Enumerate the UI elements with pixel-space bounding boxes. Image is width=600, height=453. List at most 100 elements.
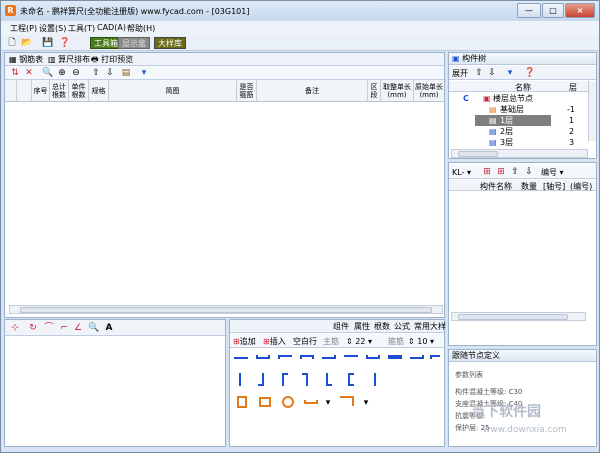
shape-step[interactable] <box>340 396 354 406</box>
list-up-icon[interactable]: ⇧ <box>509 166 521 178</box>
filter-select[interactable]: KL- ▾ <box>452 167 471 178</box>
scrollbar-thumb[interactable] <box>20 307 432 313</box>
shape-hook-right[interactable] <box>322 355 336 359</box>
tree-horizontal-scrollbar[interactable] <box>451 149 588 158</box>
move-down-tree-icon[interactable]: ⇩ <box>486 67 498 79</box>
list-down-icon[interactable]: ⇩ <box>523 166 535 178</box>
expand-button[interactable]: 展开 <box>452 68 468 79</box>
shape-stirrup-square[interactable] <box>237 396 247 408</box>
shape-flat[interactable] <box>344 355 358 359</box>
tree-row-foundation[interactable]: ▤ 基础层 -1 <box>449 104 588 115</box>
text-icon[interactable]: A <box>103 322 115 334</box>
options-dropdown-icon[interactable]: ▾ <box>138 67 150 79</box>
tree-options-icon[interactable]: ▾ <box>504 67 516 79</box>
list-insert-icon[interactable]: ⊞ <box>495 166 507 178</box>
scrollbar-thumb[interactable] <box>458 314 568 320</box>
shape-u-up[interactable] <box>300 355 314 359</box>
shape-straight[interactable] <box>234 357 248 359</box>
col-remark[interactable]: 备注 <box>257 80 368 102</box>
move-down-icon[interactable]: ⇩ <box>104 67 116 79</box>
tree-row-floor2[interactable]: ▤ 2层 2 <box>449 126 588 137</box>
angle-90-icon[interactable]: ⌐ <box>58 322 70 334</box>
more-shapes-dropdown-icon-2[interactable]: ▾ <box>360 397 372 409</box>
maximize-button[interactable]: □ <box>542 3 564 18</box>
shape-l-bottom[interactable] <box>326 373 332 386</box>
tree-vertical-scrollbar[interactable] <box>588 81 596 141</box>
shape-vertical[interactable] <box>239 373 241 386</box>
angle-45-icon[interactable]: ∠ <box>72 322 84 334</box>
zoom-sketch-icon[interactable]: 🔍 <box>88 322 100 334</box>
sort-icon[interactable]: ⇅ <box>9 67 21 79</box>
shape-u-down[interactable] <box>256 355 270 359</box>
rotate-icon[interactable]: ↻ <box>27 322 39 334</box>
calculator-icon[interactable]: ▤ <box>120 67 132 79</box>
col-total-count[interactable]: 总计根数 <box>50 80 69 102</box>
tab-rebar-table[interactable]: ▦ 钢筋表 <box>9 54 43 65</box>
minimize-button[interactable]: — <box>517 3 541 18</box>
shape-double[interactable] <box>388 355 402 359</box>
blank-row-button[interactable]: 空白行 <box>293 336 317 347</box>
tab-attribute[interactable]: 属性 <box>354 321 370 332</box>
shape-l-top[interactable] <box>282 373 288 386</box>
col-spec[interactable]: 规格 <box>89 80 109 102</box>
shape-u-short[interactable] <box>366 355 380 359</box>
col-rounded-length[interactable]: 取整单长(mm) <box>381 80 414 102</box>
angle-180-icon[interactable]: ⌒ <box>43 322 55 334</box>
display-box-button[interactable]: 显示盒 <box>118 37 150 49</box>
new-file-icon[interactable]: 🗋 <box>6 37 18 49</box>
insert-button[interactable]: ⊞插入 <box>263 336 286 347</box>
shape-hook-left[interactable] <box>278 355 292 359</box>
tab-print-preview[interactable]: 🖶 打印预览 <box>91 54 133 65</box>
tree-row-root[interactable]: C ▣ 楼层总节点 <box>449 93 588 104</box>
zoom-out-icon[interactable]: ⊖ <box>70 67 82 79</box>
main-rebar-size-select[interactable]: ⇕ 22 ▾ <box>346 336 372 347</box>
stirrup-size-select[interactable]: ⇕ 10 ▾ <box>408 336 434 347</box>
tree-row-floor1[interactable]: ▤ 1层 1 <box>449 115 588 126</box>
table-horizontal-scrollbar[interactable] <box>9 305 443 314</box>
list-add-icon[interactable]: ⊞ <box>481 166 493 178</box>
menu-tools[interactable]: 工具(T) <box>68 23 95 34</box>
col-is-stirrup[interactable]: 是否箍筋 <box>237 80 257 102</box>
col-seq[interactable]: 序号 <box>32 80 50 102</box>
move-up-tree-icon[interactable]: ⇧ <box>473 67 485 79</box>
shape-c-bracket[interactable] <box>348 373 354 386</box>
add-button[interactable]: ⊞追加 <box>233 336 256 347</box>
move-up-icon[interactable]: ⇧ <box>90 67 102 79</box>
tab-formula[interactable]: 公式 <box>394 321 410 332</box>
col-original-length[interactable]: 原始单长(mm) <box>414 80 444 102</box>
menu-settings[interactable]: 设置(S) <box>39 23 66 34</box>
menu-help[interactable]: 帮助(H) <box>127 23 155 34</box>
tree-row-floor3[interactable]: ▤ 3层 3 <box>449 137 588 148</box>
tab-component[interactable]: 组件 <box>333 321 349 332</box>
list-horizontal-scrollbar[interactable] <box>451 312 586 321</box>
shape-stirrup-circle[interactable] <box>282 396 294 408</box>
col-sketch[interactable]: 简图 <box>109 80 237 102</box>
shape-stirrup-rect[interactable] <box>259 397 271 407</box>
rebar-library-button[interactable]: 大样库 <box>154 37 186 49</box>
tree-help-icon[interactable]: ❓ <box>524 67 536 79</box>
shape-slant[interactable] <box>372 373 376 386</box>
save-icon[interactable]: 💾 <box>42 37 54 49</box>
snap-icon[interactable]: ⊹ <box>9 322 21 334</box>
more-shapes-dropdown-icon[interactable]: ▾ <box>322 397 334 409</box>
tab-count[interactable]: 根数 <box>374 321 390 332</box>
numbering-select[interactable]: 编号 ▾ <box>541 167 564 178</box>
tab-common-detail[interactable]: 常用大样 <box>414 321 446 332</box>
scrollbar-thumb[interactable] <box>458 151 498 157</box>
help-icon[interactable]: ❓ <box>59 37 71 49</box>
shape-l-top-right[interactable] <box>302 373 308 386</box>
col-unit-count[interactable]: 单件根数 <box>69 80 89 102</box>
open-folder-icon[interactable]: 📂 <box>21 37 33 49</box>
close-button[interactable]: × <box>565 3 595 18</box>
shape-bend[interactable] <box>410 355 424 359</box>
shape-stirrup-u[interactable] <box>304 400 318 404</box>
zoom-in-icon[interactable]: ⊕ <box>56 67 68 79</box>
col-segment[interactable]: 区段 <box>368 80 381 102</box>
menu-project[interactable]: 工程(P) <box>10 23 37 34</box>
shape-l-right[interactable] <box>258 373 264 386</box>
delete-icon[interactable]: ✕ <box>23 67 35 79</box>
zoom-icon[interactable]: 🔍 <box>42 67 54 79</box>
menu-cad[interactable]: CAD(A) <box>97 23 126 32</box>
tab-calc-arrange[interactable]: ▥ 算尺排布 <box>48 54 90 65</box>
shape-corner[interactable] <box>430 355 440 359</box>
